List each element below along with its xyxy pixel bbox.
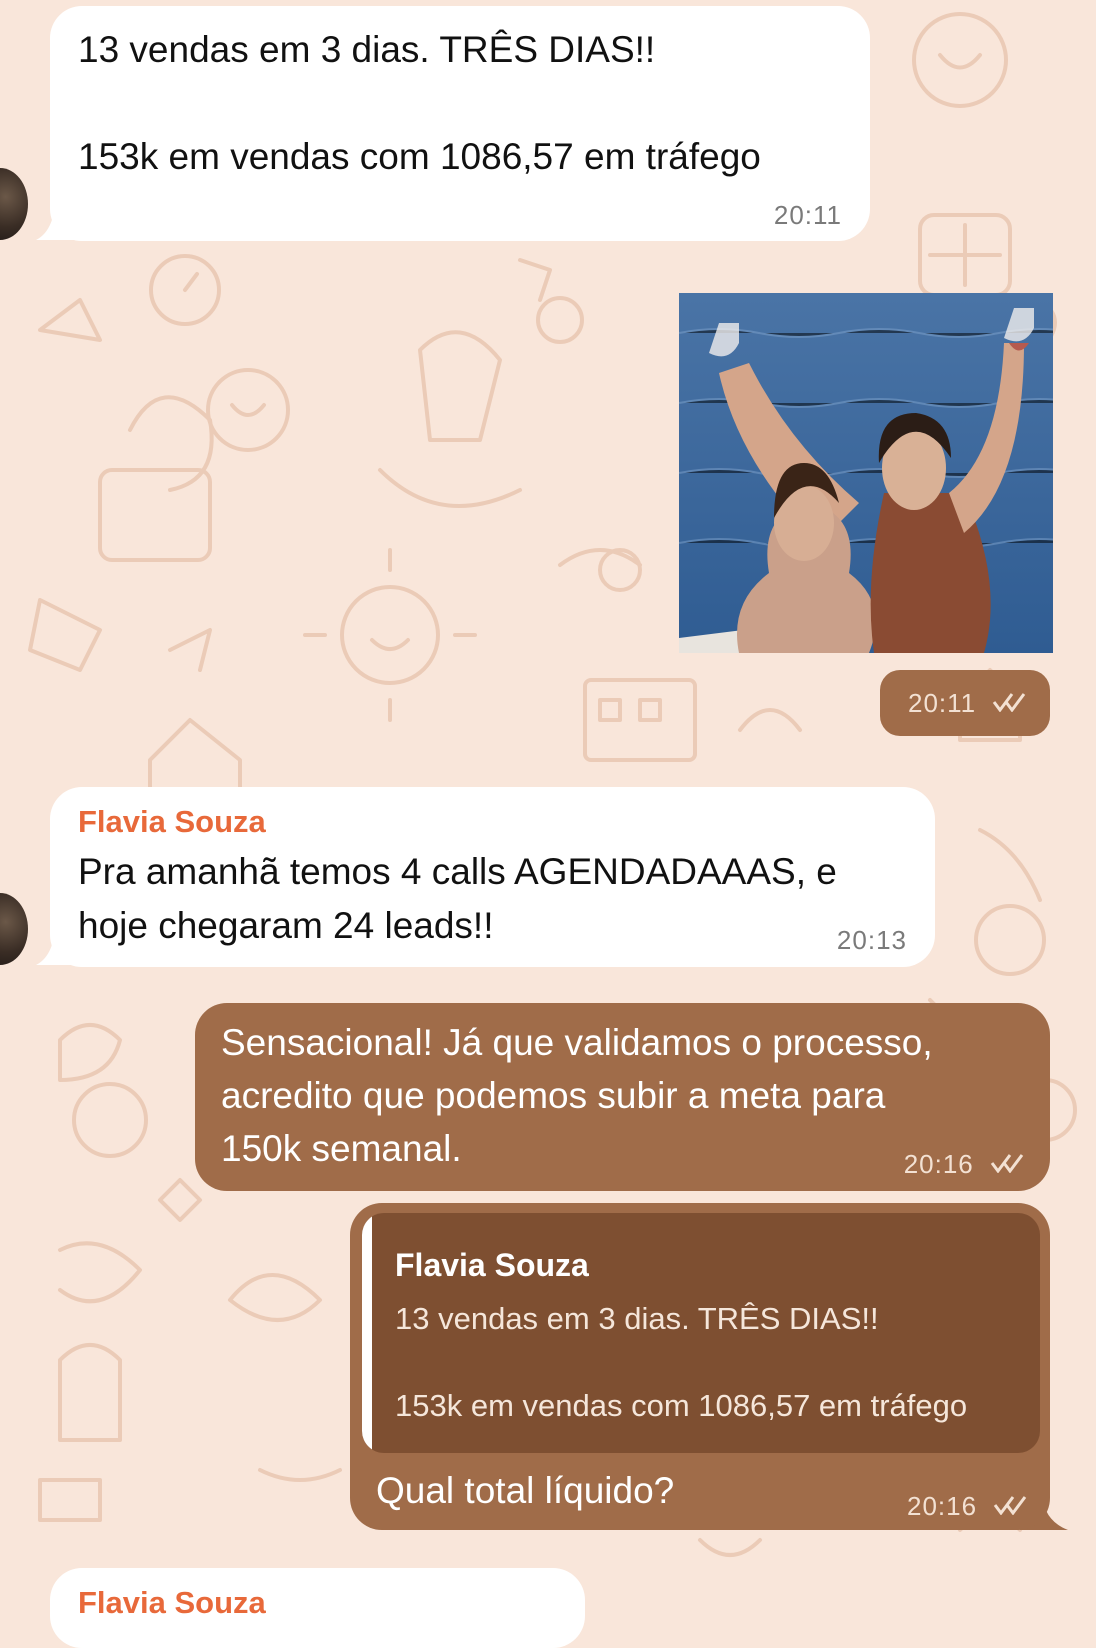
message-bubble-incoming[interactable]: 13 vendas em 3 dias. TRÊS DIAS!! 153k em…: [50, 6, 870, 241]
quote-accent-bar: [362, 1213, 372, 1453]
quoted-text: 13 vendas em 3 dias. TRÊS DIAS!!: [395, 1301, 879, 1336]
read-ticks-icon: [994, 1496, 1027, 1515]
read-ticks-icon: [990, 1154, 1024, 1173]
sender-name[interactable]: Flavia Souza: [78, 1585, 266, 1621]
message-timestamp: 20:16: [904, 1149, 1026, 1180]
message-time: 20:16: [907, 1491, 978, 1521]
message-text: Qual total líquido?: [376, 1470, 675, 1511]
message-timestamp: 20:13: [836, 925, 907, 955]
quoted-sender-name: Flavia Souza: [395, 1247, 589, 1283]
message-text: Pra amanhã temos 4 calls AGENDADAAAS, e: [78, 851, 837, 892]
quoted-message[interactable]: Flavia Souza 13 vendas em 3 dias. TRÊS D…: [362, 1213, 1040, 1453]
message-time: 20:16: [903, 1149, 974, 1179]
message-text: Sensacional! Já que validamos o processo…: [221, 1022, 933, 1063]
quoted-text: 153k em vendas com 1086,57 em tráfego: [395, 1388, 968, 1423]
message-timestamp: 20:16: [907, 1491, 1029, 1522]
photo-image: [679, 293, 1053, 653]
message-bubble-incoming[interactable]: Flavia Souza Pra amanhã temos 4 calls AG…: [50, 787, 935, 967]
message-time: 20:11: [908, 688, 977, 718]
message-bubble-outgoing[interactable]: 20:11: [880, 670, 1050, 736]
message-text: 13 vendas em 3 dias. TRÊS DIAS!!: [78, 29, 656, 70]
message-timestamp: 20:11: [908, 688, 1028, 719]
message-bubble-incoming[interactable]: Flavia Souza: [50, 1568, 585, 1648]
message-text: acredito que podemos subir a meta para: [221, 1075, 886, 1116]
message-timestamp: 20:11: [773, 200, 842, 230]
message-text: 153k em vendas com 1086,57 em tráfego: [78, 136, 761, 177]
message-bubble-outgoing[interactable]: Sensacional! Já que validamos o processo…: [195, 1003, 1050, 1191]
read-ticks-icon: [993, 693, 1026, 712]
message-text: hoje chegaram 24 leads!!: [78, 905, 494, 946]
message-text: 150k semanal.: [221, 1128, 462, 1169]
shared-photo[interactable]: [679, 293, 1053, 653]
sender-name[interactable]: Flavia Souza: [78, 804, 266, 840]
